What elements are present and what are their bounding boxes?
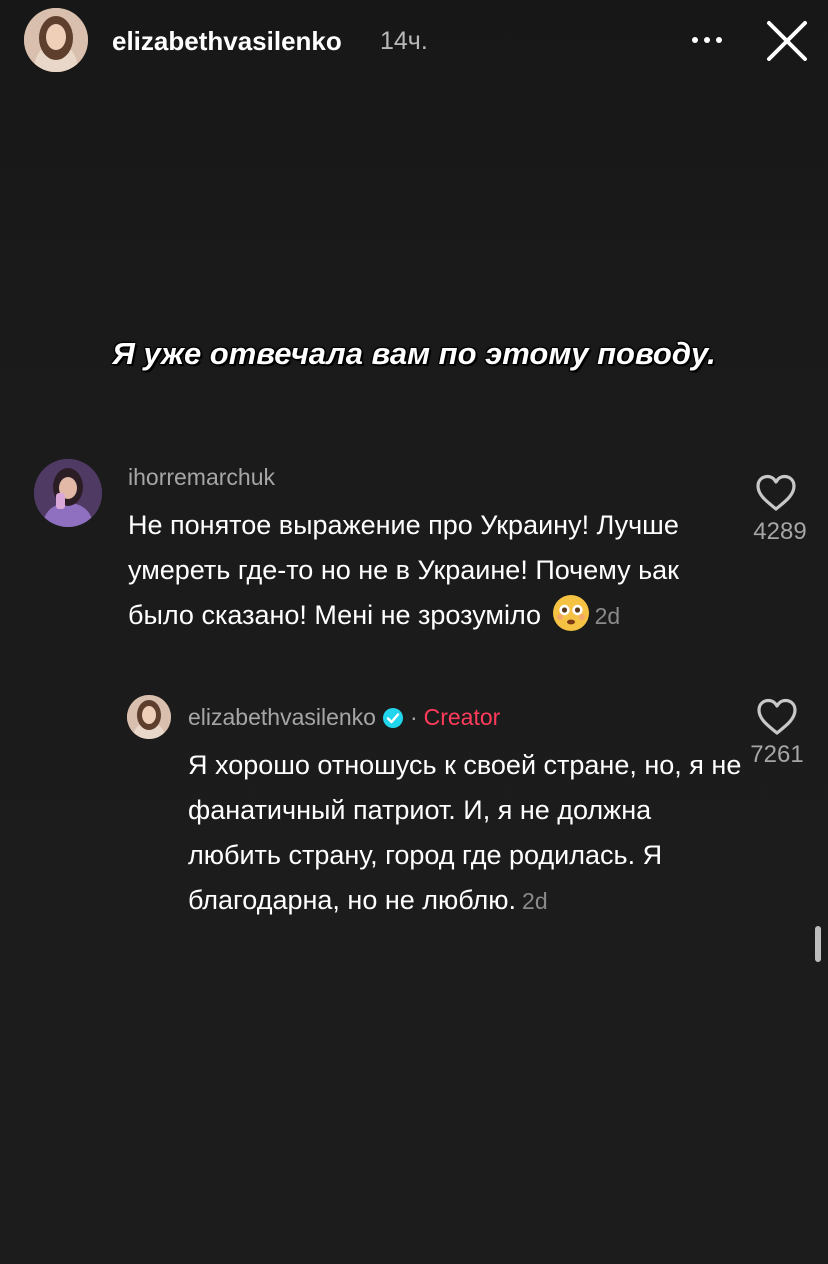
reply-body: Я хорошо отношусь к своей стране, но, я … [188, 743, 748, 924]
comment-body: Не понятое выражение про Украину! Лучше … [128, 503, 728, 639]
reply-like-count: 7261 [750, 741, 804, 768]
story-caption: Я уже отвечала вам по этому поводу. [112, 336, 716, 371]
reply-header: elizabethvasilenko · Creator [188, 704, 500, 731]
header-avatar[interactable] [24, 8, 88, 72]
flushed-face-emoji [552, 595, 589, 631]
reply-avatar[interactable] [127, 695, 171, 739]
comment-time: 2d [594, 603, 621, 629]
reply-time: 2d [522, 888, 548, 914]
more-icon[interactable] [690, 27, 726, 53]
scrollbar[interactable] [815, 926, 821, 962]
story-header: elizabethvasilenko 14ч. [0, 0, 828, 80]
verified-badge-icon [382, 707, 404, 729]
header-timestamp: 14ч. [380, 27, 428, 55]
reply-text: Я хорошо отношусь к своей стране, но, я … [188, 750, 742, 915]
separator-dot: · [409, 704, 418, 730]
comment-username[interactable]: ihorremarchuk [128, 464, 275, 491]
comment-like-count: 4289 [753, 518, 807, 545]
reply-username[interactable]: elizabethvasilenko [188, 704, 376, 730]
header-username[interactable]: elizabethvasilenko [112, 26, 342, 57]
heart-icon[interactable] [755, 474, 797, 512]
heart-icon[interactable] [756, 698, 798, 736]
close-icon[interactable] [764, 18, 810, 64]
story-view: elizabethvasilenko 14ч. Я уже отвечала в… [0, 0, 828, 1264]
creator-badge: Creator [423, 704, 501, 730]
commenter-avatar[interactable] [34, 459, 102, 527]
